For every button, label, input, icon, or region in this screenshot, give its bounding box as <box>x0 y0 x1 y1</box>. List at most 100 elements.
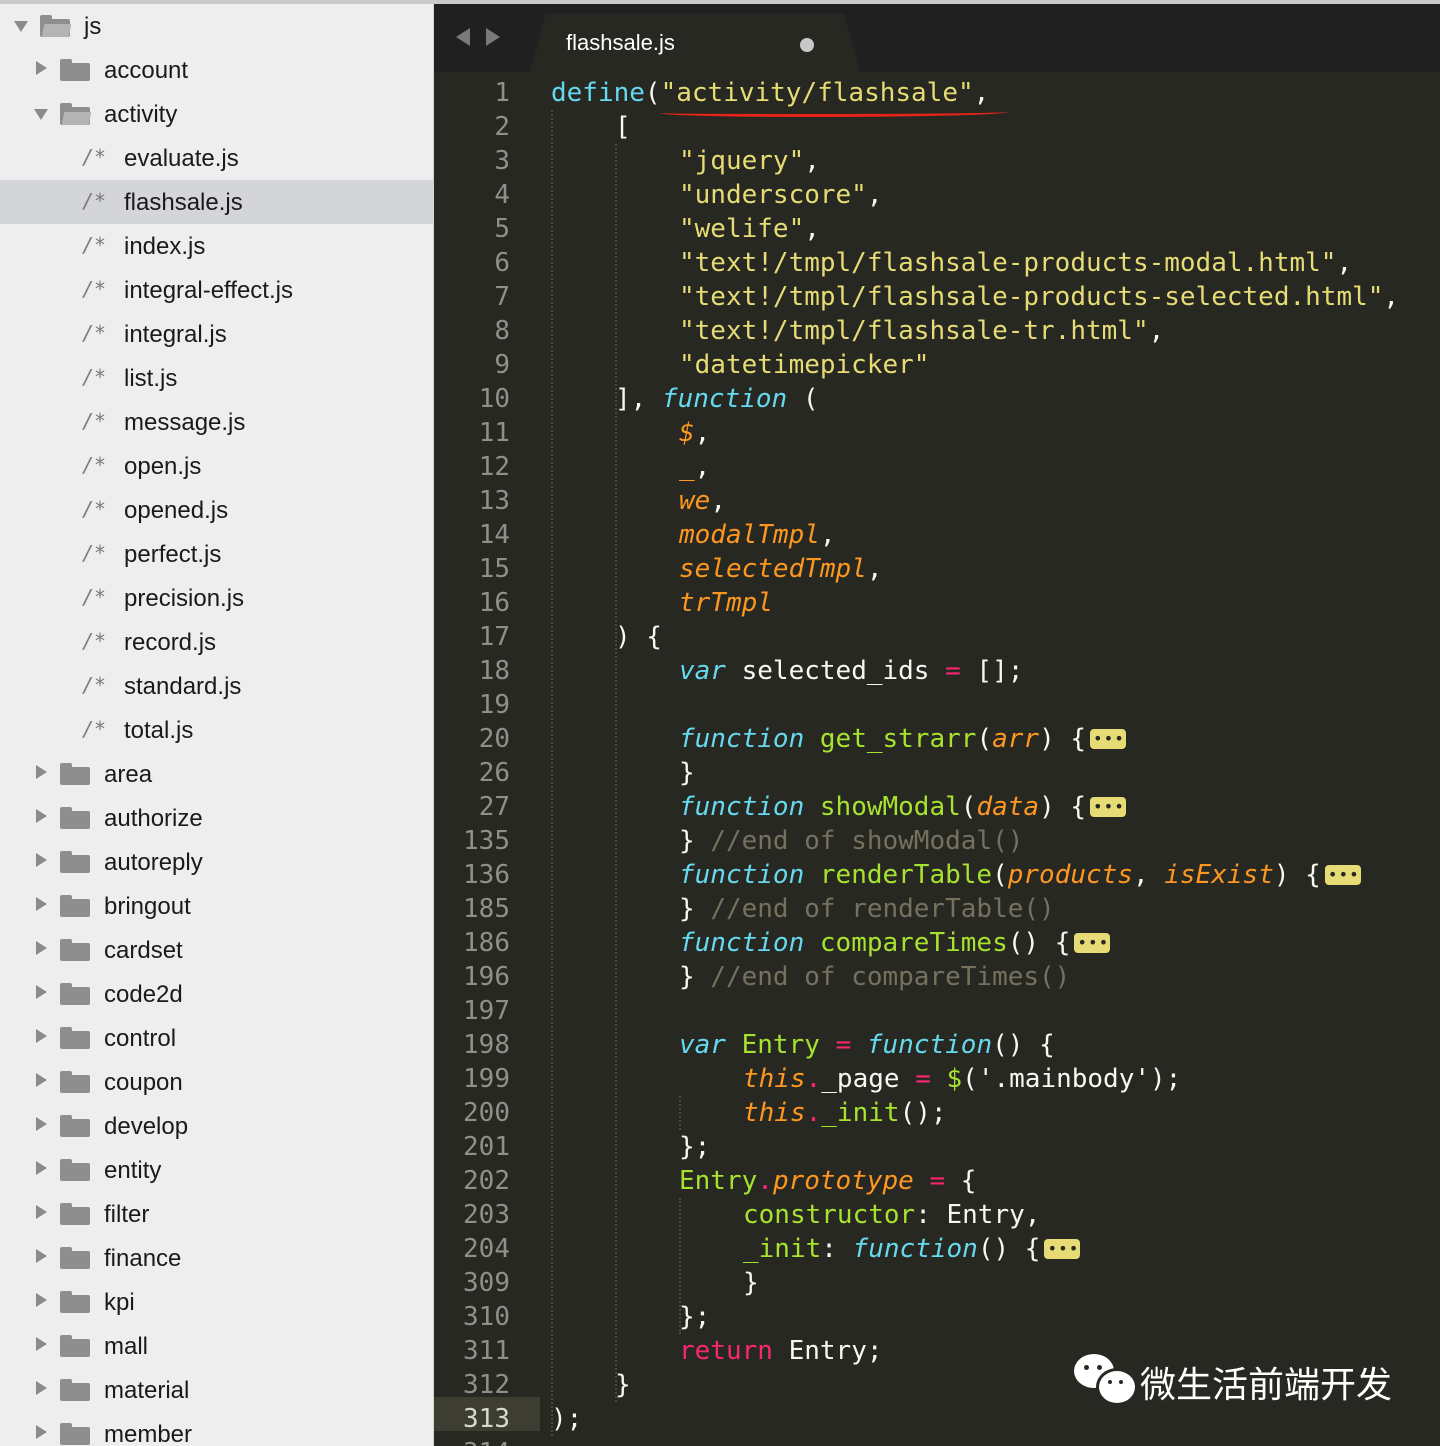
code-line[interactable]: this._init(); <box>743 1096 947 1130</box>
code-line[interactable]: "text!/tmpl/flashsale-tr.html", <box>679 314 1164 348</box>
disclosure-closed-icon[interactable] <box>36 1205 47 1219</box>
code-line[interactable]: modalTmpl, <box>679 518 836 552</box>
code-line[interactable]: }; <box>679 1300 710 1334</box>
file-item[interactable]: /* index.js <box>0 224 433 268</box>
code-line[interactable]: var Entry = function() { <box>679 1028 1055 1062</box>
nav-back-icon[interactable] <box>456 28 470 46</box>
file-item[interactable]: /* total.js <box>0 708 433 752</box>
disclosure-open-icon[interactable] <box>14 21 28 32</box>
code-line[interactable]: selectedTmpl, <box>679 552 883 586</box>
unsaved-dot-icon[interactable] <box>800 38 814 52</box>
code-line[interactable]: Entry.prototype = { <box>679 1164 976 1198</box>
code-line[interactable]: "underscore", <box>679 178 883 212</box>
folder-item[interactable]: authorize <box>0 796 433 840</box>
file-item[interactable]: /* precision.js <box>0 576 433 620</box>
folder-item[interactable]: autoreply <box>0 840 433 884</box>
file-item[interactable]: /* perfect.js <box>0 532 433 576</box>
file-item[interactable]: /* evaluate.js <box>0 136 433 180</box>
code-line[interactable]: "jquery", <box>679 144 820 178</box>
disclosure-closed-icon[interactable] <box>36 853 47 867</box>
code-line[interactable]: ); <box>551 1402 582 1436</box>
fold-ellipsis-icon[interactable] <box>1090 722 1127 756</box>
code-line[interactable]: trTmpl <box>679 586 773 620</box>
file-item[interactable]: /* integral-effect.js <box>0 268 433 312</box>
folder-item[interactable]: finance <box>0 1236 433 1280</box>
code-line[interactable]: "datetimepicker" <box>679 348 929 382</box>
code-line[interactable]: function get_strarr(arr) { <box>679 722 1127 756</box>
code-line[interactable]: [ <box>615 110 631 144</box>
folder-item[interactable]: coupon <box>0 1060 433 1104</box>
disclosure-closed-icon[interactable] <box>36 941 47 955</box>
code-line[interactable]: } <box>615 1368 631 1402</box>
code-line[interactable]: } //end of renderTable() <box>679 892 1055 926</box>
folder-item[interactable]: member <box>0 1412 433 1446</box>
folder-item[interactable]: js <box>0 4 433 48</box>
folder-item[interactable]: entity <box>0 1148 433 1192</box>
code-line[interactable]: } //end of showModal() <box>679 824 1023 858</box>
folder-item[interactable]: kpi <box>0 1280 433 1324</box>
folder-item[interactable]: material <box>0 1368 433 1412</box>
fold-ellipsis-icon[interactable] <box>1090 790 1127 824</box>
tab-flashsale[interactable]: flashsale.js <box>530 14 860 72</box>
code-line[interactable]: constructor: Entry, <box>743 1198 1040 1232</box>
code-line[interactable]: we, <box>679 484 726 518</box>
code-line[interactable]: } <box>679 756 695 790</box>
disclosure-closed-icon[interactable] <box>36 985 47 999</box>
file-item[interactable]: /* standard.js <box>0 664 433 708</box>
file-item[interactable]: /* message.js <box>0 400 433 444</box>
code-line[interactable]: ], function ( <box>615 382 819 416</box>
disclosure-closed-icon[interactable] <box>36 1161 47 1175</box>
code-line[interactable]: var selected_ids = []; <box>679 654 1023 688</box>
file-item[interactable]: /* opened.js <box>0 488 433 532</box>
file-item[interactable]: /* flashsale.js <box>0 180 433 224</box>
code-line[interactable]: function renderTable(products, isExist) … <box>679 858 1361 892</box>
fold-ellipsis-icon[interactable] <box>1074 926 1111 960</box>
disclosure-closed-icon[interactable] <box>36 897 47 911</box>
disclosure-closed-icon[interactable] <box>36 1381 47 1395</box>
code-line[interactable]: function showModal(data) { <box>679 790 1127 824</box>
code-line[interactable]: return Entry; <box>679 1334 883 1368</box>
code-line[interactable]: ) { <box>615 620 662 654</box>
code-line[interactable]: }; <box>679 1130 710 1164</box>
code-line[interactable]: _, <box>679 450 710 484</box>
code-line[interactable]: "welife", <box>679 212 820 246</box>
code-line[interactable]: this._page = $('.mainbody'); <box>743 1062 1181 1096</box>
disclosure-closed-icon[interactable] <box>36 1073 47 1087</box>
disclosure-closed-icon[interactable] <box>36 1029 47 1043</box>
folder-item[interactable]: code2d <box>0 972 433 1016</box>
code-line[interactable]: _init: function() { <box>743 1232 1081 1266</box>
folder-item[interactable]: filter <box>0 1192 433 1236</box>
fold-ellipsis-icon[interactable] <box>1324 858 1361 892</box>
folder-item[interactable]: develop <box>0 1104 433 1148</box>
disclosure-open-icon[interactable] <box>34 109 48 120</box>
code-line[interactable]: } //end of compareTimes() <box>679 960 1070 994</box>
code-line[interactable]: "text!/tmpl/flashsale-products-selected.… <box>679 280 1399 314</box>
file-item[interactable]: /* list.js <box>0 356 433 400</box>
code-line[interactable]: } <box>743 1266 759 1300</box>
folder-item[interactable]: bringout <box>0 884 433 928</box>
nav-forward-icon[interactable] <box>486 28 500 46</box>
disclosure-closed-icon[interactable] <box>36 1117 47 1131</box>
folder-item[interactable]: activity <box>0 92 433 136</box>
code-line[interactable]: $, <box>679 416 710 450</box>
disclosure-closed-icon[interactable] <box>36 809 47 823</box>
code-editor[interactable]: flashsale.js 1 define("activity/flashsale… <box>434 4 1440 1446</box>
folder-item[interactable]: account <box>0 48 433 92</box>
code-line[interactable]: define("activity/flashsale", <box>551 76 989 110</box>
file-item[interactable]: /* record.js <box>0 620 433 664</box>
disclosure-closed-icon[interactable] <box>36 1337 47 1351</box>
disclosure-closed-icon[interactable] <box>36 765 47 779</box>
file-item[interactable]: /* integral.js <box>0 312 433 356</box>
folder-item[interactable]: mall <box>0 1324 433 1368</box>
disclosure-closed-icon[interactable] <box>36 1293 47 1307</box>
code-line[interactable]: function compareTimes() { <box>679 926 1111 960</box>
code-line[interactable]: "text!/tmpl/flashsale-products-modal.htm… <box>679 246 1352 280</box>
folder-item[interactable]: cardset <box>0 928 433 972</box>
folder-item[interactable]: control <box>0 1016 433 1060</box>
fold-ellipsis-icon[interactable] <box>1044 1232 1081 1266</box>
disclosure-closed-icon[interactable] <box>36 61 47 75</box>
file-item[interactable]: /* open.js <box>0 444 433 488</box>
disclosure-closed-icon[interactable] <box>36 1249 47 1263</box>
disclosure-closed-icon[interactable] <box>36 1425 47 1439</box>
folder-item[interactable]: area <box>0 752 433 796</box>
